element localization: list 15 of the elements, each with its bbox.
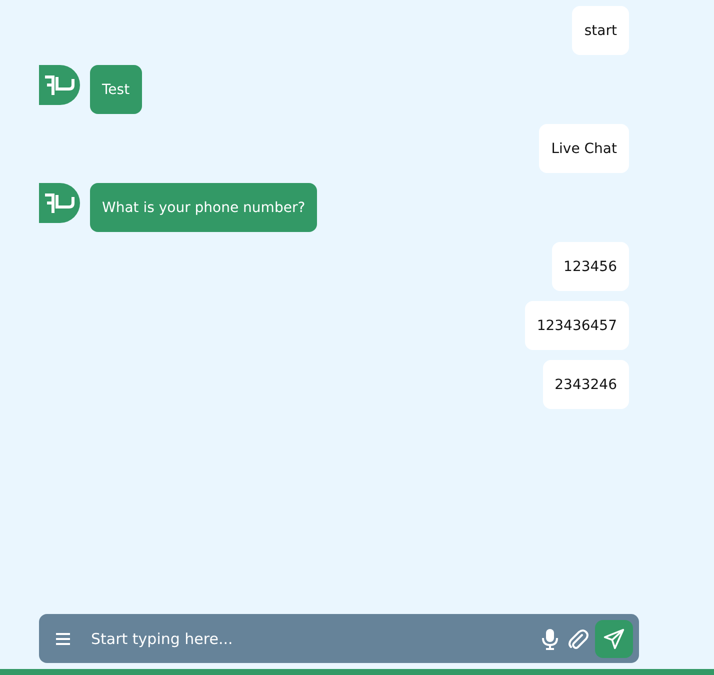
send-icon[interactable] xyxy=(603,628,625,650)
message-bubble: Test xyxy=(90,65,142,114)
paperclip-icon[interactable] xyxy=(567,626,589,650)
message-bubble: 123456 xyxy=(552,242,629,291)
message-bubble: What is your phone number? xyxy=(90,183,318,232)
message-bubble: start xyxy=(572,6,629,55)
send-button[interactable] xyxy=(595,620,633,658)
message-input-field[interactable]: Start typing here... xyxy=(89,622,541,654)
microphone-icon[interactable] xyxy=(541,626,559,650)
message-composer[interactable]: Start typing here... xyxy=(39,614,639,663)
bot-avatar-icon xyxy=(39,65,80,105)
bot-avatar-icon xyxy=(39,183,80,223)
message-bubble: 123436457 xyxy=(524,301,629,350)
message-bubble: 2343246 xyxy=(542,360,629,409)
message-bubble: Live Chat xyxy=(539,124,629,173)
